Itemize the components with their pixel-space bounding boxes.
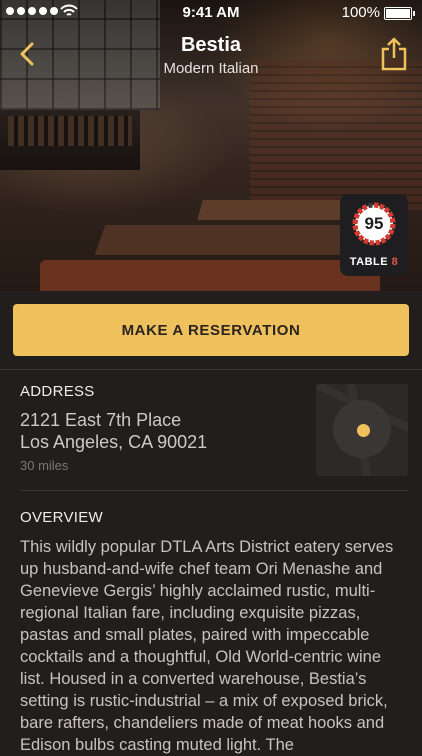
map-pin-icon: [357, 424, 370, 437]
map-thumbnail[interactable]: [316, 384, 408, 476]
overview-heading: OVERVIEW: [20, 509, 103, 526]
status-bar: 9:41 AM 100%: [0, 0, 422, 26]
battery-percent: 100%: [341, 4, 380, 21]
divider: [0, 369, 422, 370]
share-icon: [381, 37, 407, 71]
battery-icon: [384, 7, 415, 20]
share-button[interactable]: [378, 36, 410, 72]
table8-score-badge[interactable]: 95 TABLE 8: [340, 194, 408, 276]
score-value: 95: [364, 214, 384, 233]
restaurant-name: Bestia: [180, 34, 242, 56]
overview-text: This wildly popular DTLA Arts District e…: [20, 538, 394, 754]
address-line2: Los Angeles, CA 90021: [20, 432, 208, 452]
score-label: TABLE 8: [349, 256, 399, 268]
address-line1: 2121 East 7th Place: [20, 410, 182, 430]
make-reservation-button[interactable]: MAKE A RESERVATION: [13, 304, 409, 356]
distance-text: 30 miles: [20, 458, 69, 473]
address-text[interactable]: 2121 East 7th Place Los Angeles, CA 9002…: [20, 409, 207, 453]
cuisine-type: Modern Italian: [163, 60, 259, 77]
address-heading: ADDRESS: [20, 383, 95, 400]
divider: [20, 490, 408, 491]
